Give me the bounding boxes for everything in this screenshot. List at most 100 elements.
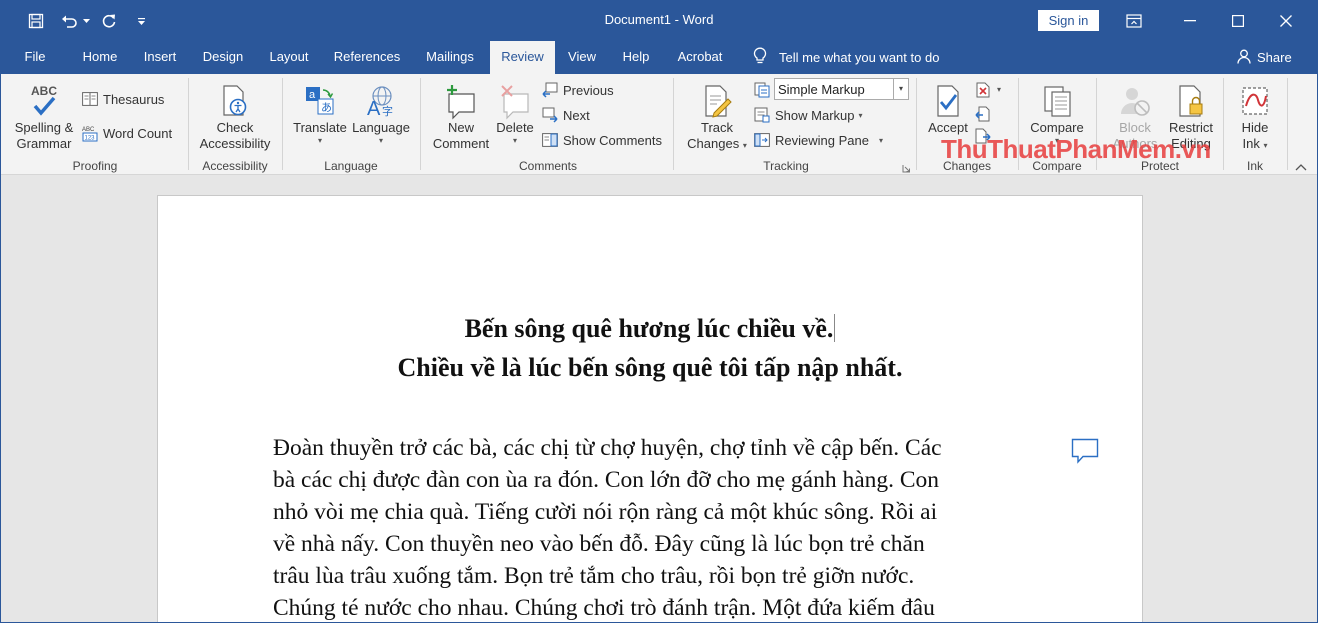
next-comment-button[interactable]: Next: [541, 104, 590, 126]
show-markup-dropdown-icon: ▾: [858, 110, 863, 120]
tab-help[interactable]: Help: [613, 41, 659, 74]
show-markup-icon: [753, 106, 771, 124]
accept-button[interactable]: Accept: [923, 78, 973, 136]
check-accessibility-label-2: Accessibility: [199, 136, 271, 151]
tab-acrobat[interactable]: Acrobat: [668, 41, 732, 74]
heading-line[interactable]: Bến sông quê hương lúc chiều về.: [158, 314, 1142, 344]
document-page[interactable]: Bến sông quê hương lúc chiều về. Chiều v…: [157, 195, 1143, 622]
reject-dropdown-icon[interactable]: ▾: [997, 85, 1001, 94]
tab-view[interactable]: View: [560, 41, 604, 74]
show-comments-icon: [541, 131, 559, 149]
tab-review[interactable]: Review: [490, 41, 555, 75]
hide-ink-label-2: Ink ▾: [1242, 136, 1268, 151]
delete-comment-icon: [498, 78, 532, 120]
tab-mailings[interactable]: Mailings: [415, 41, 485, 74]
tab-layout[interactable]: Layout: [259, 41, 319, 74]
language-label: Language: [352, 120, 410, 135]
document-workspace[interactable]: Bến sông quê hương lúc chiều về. Chiều v…: [1, 175, 1317, 622]
group-label-proofing: Proofing: [72, 159, 118, 173]
spelling-grammar-button[interactable]: ABC Spelling & Grammar: [11, 78, 77, 152]
maximize-icon[interactable]: [1215, 6, 1261, 36]
word-count-label: Word Count: [103, 125, 173, 141]
word-count-icon: ABC 123: [81, 124, 99, 142]
show-comments-button[interactable]: Show Comments: [541, 129, 662, 151]
show-markup-button[interactable]: Show Markup ▾: [753, 104, 863, 126]
restrict-editing-icon: [1174, 78, 1208, 120]
reviewing-pane-button[interactable]: Reviewing Pane ▾: [753, 129, 883, 151]
hide-ink-label-1: Hide: [1241, 120, 1269, 135]
delete-label: Delete: [496, 120, 534, 135]
previous-comment-icon: [541, 81, 559, 99]
group-label-comments: Comments: [518, 159, 577, 173]
tell-me-search[interactable]: Tell me what you want to do: [753, 41, 939, 74]
minimize-icon[interactable]: [1167, 6, 1213, 36]
word-window: Document1 - Word Sign in File Home Inser…: [0, 0, 1318, 623]
delete-dropdown-icon: ▾: [512, 136, 517, 145]
translate-dropdown-icon: ▾: [317, 136, 322, 145]
lightbulb-icon: [753, 47, 767, 68]
show-markup-label: Show Markup: [775, 107, 855, 123]
svg-text:ABC: ABC: [31, 84, 57, 98]
language-button[interactable]: A字 Language ▾: [351, 78, 411, 145]
tab-insert[interactable]: Insert: [133, 41, 187, 74]
previous-label: Previous: [563, 82, 614, 98]
ribbon-tabs: File Home Insert Design Layout Reference…: [1, 41, 1317, 75]
hide-ink-icon: [1238, 78, 1272, 120]
spelling-label-1: Spelling &: [14, 120, 74, 135]
accept-icon: [932, 78, 964, 120]
translate-label: Translate: [293, 120, 347, 135]
next-label: Next: [563, 107, 590, 123]
group-label-tracking: Tracking: [763, 159, 809, 173]
check-accessibility-button[interactable]: Check Accessibility: [195, 78, 275, 152]
heading-line[interactable]: Chiều về là lúc bến sông quê tôi tấp nập…: [158, 353, 1142, 383]
share-button[interactable]: Share: [1237, 41, 1292, 74]
compare-documents-icon: [1040, 78, 1074, 120]
track-changes-label-1: Track: [700, 120, 734, 135]
paragraph-line: bà các chị được đàn con ùa ra đón. Con l…: [273, 467, 940, 493]
body-paragraph[interactable]: Đoàn thuyền trở các bà, các chị từ chợ h…: [273, 432, 1033, 622]
group-label-language: Language: [324, 159, 378, 173]
new-comment-label-1: New: [447, 120, 474, 135]
svg-text:A: A: [367, 98, 381, 120]
hide-ink-button[interactable]: Hide Ink ▾: [1229, 78, 1281, 154]
svg-text:あ: あ: [321, 101, 332, 114]
tab-references[interactable]: References: [325, 41, 409, 74]
reject-icon[interactable]: [975, 82, 991, 103]
reviewing-pane-dropdown-icon: ▾: [878, 135, 883, 145]
spelling-label-2: Grammar: [16, 136, 72, 151]
group-label-accessibility: Accessibility: [202, 159, 268, 173]
markup-display-icon: [753, 81, 771, 99]
group-separator: [188, 78, 189, 170]
share-label: Share: [1257, 50, 1292, 65]
show-comments-label: Show Comments: [563, 132, 662, 148]
title-bar: Document1 - Word Sign in: [1, 1, 1317, 41]
group-separator: [282, 78, 283, 170]
tab-file[interactable]: File: [15, 41, 55, 74]
group-label-ink: Ink: [1246, 159, 1263, 173]
previous-comment-button[interactable]: Previous: [541, 79, 614, 101]
group-separator: [1287, 78, 1288, 170]
comment-balloon-icon[interactable]: [1071, 438, 1099, 469]
tab-home[interactable]: Home: [71, 41, 129, 74]
sign-in-button[interactable]: Sign in: [1038, 10, 1099, 31]
tab-design[interactable]: Design: [193, 41, 253, 74]
ribbon-display-options-icon[interactable]: [1111, 6, 1157, 36]
svg-text:123: 123: [84, 135, 95, 141]
thesaurus-icon: [81, 90, 99, 108]
collapse-ribbon-icon[interactable]: [1295, 158, 1309, 172]
delete-comment-button[interactable]: Delete ▾: [493, 78, 537, 145]
markup-select-dropdown-icon[interactable]: ▾: [893, 79, 908, 99]
site-watermark: ThuThuatPhanMem.vn: [941, 134, 1211, 164]
previous-change-icon[interactable]: [975, 106, 991, 127]
tell-me-label: Tell me what you want to do: [779, 50, 940, 65]
track-changes-button[interactable]: Track Changes ▾: [681, 78, 753, 154]
svg-text:ABC: ABC: [82, 127, 95, 133]
display-for-review-select[interactable]: Simple Markup ▾: [774, 78, 909, 100]
thesaurus-button[interactable]: Thesaurus: [81, 88, 164, 110]
translate-button[interactable]: aあ Translate ▾: [291, 78, 349, 145]
markup-select-value: Simple Markup: [778, 82, 865, 97]
new-comment-button[interactable]: New Comment: [429, 78, 493, 152]
word-count-button[interactable]: ABC 123 Word Count: [81, 122, 172, 144]
paragraph-line: về nhà nấy. Con thuyền neo vào bến đỗ. Đ…: [273, 531, 925, 557]
close-icon[interactable]: [1263, 6, 1309, 36]
